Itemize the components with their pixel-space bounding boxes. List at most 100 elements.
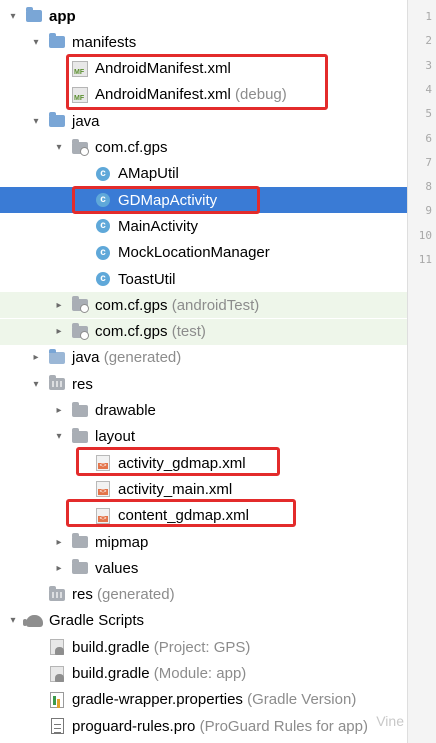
tree-row-label: values	[95, 559, 139, 577]
tree-row[interactable]: MF AndroidManifest.xml	[0, 56, 407, 82]
tree-row-hint: (androidTest)	[167, 296, 260, 314]
tree-row[interactable]: c MainActivity	[0, 213, 407, 239]
layout-xml-icon: <>	[94, 455, 112, 472]
tree-row[interactable]: ▾ Gradle Scripts	[0, 608, 407, 634]
tree-row[interactable]: ▸ com.cf.gps (test)	[0, 318, 407, 345]
tree-row-label: activity_main.xml	[118, 480, 233, 498]
chevron-down-icon[interactable]: ▾	[29, 35, 43, 49]
tree-row-hint: (Gradle Version)	[242, 691, 357, 709]
watermark: Vine	[376, 713, 404, 729]
tree-row-label: mipmap	[95, 533, 149, 551]
chevron-right-icon[interactable]: ▸	[52, 535, 66, 549]
tree-row-label: com.cf.gps (test)	[95, 323, 206, 341]
class-icon: c	[94, 166, 112, 182]
chevron-down-icon[interactable]: ▾	[6, 9, 20, 23]
tree-row[interactable]: res (generated)	[0, 582, 407, 608]
tree-row-hint: (Module: app)	[149, 665, 247, 682]
chevron-right-icon[interactable]: ▸	[52, 404, 66, 418]
tree-row[interactable]: gradle-wrapper.properties (Gradle Versio…	[0, 687, 407, 713]
chevron-right-icon[interactable]: ▸	[52, 325, 66, 339]
tree-row-label: build.gradle (Module: app)	[72, 665, 247, 682]
tree-row[interactable]: ▸ java (generated)	[0, 345, 407, 371]
chevron-down-icon[interactable]: ▾	[52, 141, 66, 155]
tree-row[interactable]: c GDMapActivity	[0, 187, 407, 214]
properties-file-icon	[48, 691, 66, 708]
tree-row-label: drawable	[95, 402, 156, 419]
line-number: 5	[425, 107, 432, 121]
tree-row-label: AndroidManifest.xml (debug)	[95, 86, 287, 104]
gray-folder-icon	[71, 401, 89, 419]
tree-row[interactable]: ▸ com.cf.gps (androidTest)	[0, 292, 407, 319]
chevron-down-icon[interactable]: ▾	[29, 377, 43, 391]
tree-row[interactable]: c ToastUtil	[0, 266, 407, 292]
tree-row-label: res (generated)	[72, 586, 175, 604]
chevron-right-icon[interactable]: ▸	[52, 298, 66, 312]
tree-row[interactable]: ▾ layout	[0, 424, 407, 450]
tree-row[interactable]: ▸ drawable	[0, 398, 407, 424]
tree-row-label: gradle-wrapper.properties (Gradle Versio…	[72, 691, 357, 709]
tree-row-hint: (test)	[167, 323, 206, 341]
chevron-down-icon[interactable]: ▾	[52, 430, 66, 444]
class-icon: c	[94, 271, 112, 287]
manifest-file-icon: MF	[71, 86, 89, 103]
generated-folder-icon	[48, 348, 66, 366]
tree-row[interactable]: ▾ com.cf.gps	[0, 135, 407, 161]
tree-row-hint: (debug)	[230, 86, 287, 104]
tree-row[interactable]: c AMapUtil	[0, 161, 407, 187]
tree-row-hint: (generated)	[92, 586, 175, 604]
tree-row-label: com.cf.gps (androidTest)	[95, 296, 260, 314]
tree-row[interactable]: ▸ mipmap	[0, 529, 407, 555]
tree-row-label: content_gdmap.xml	[118, 507, 249, 525]
gray-folder-icon	[71, 427, 89, 445]
line-number: 7	[425, 155, 432, 169]
line-number: 6	[425, 131, 432, 145]
editor-gutter: 1 2 3 4 5 6 7 8 9 10 11	[407, 0, 436, 743]
tree-row-label: activity_gdmap.xml	[118, 454, 246, 472]
tree-row-label: java (generated)	[72, 349, 182, 367]
tree-row[interactable]: ▾ app	[0, 3, 407, 29]
gradle-file-icon	[48, 665, 66, 682]
line-number: 10	[418, 228, 432, 242]
tree-row[interactable]: build.gradle (Project: GPS)	[0, 634, 407, 660]
project-tree: ▾ app ▾ manifests MF AndroidManifest.xml MF And…	[0, 0, 407, 743]
layout-xml-icon: <>	[94, 507, 112, 524]
tree-row-label: AndroidManifest.xml	[95, 60, 231, 78]
tree-row-label: AMapUtil	[118, 165, 179, 183]
tree-row-label: GDMapActivity	[118, 191, 218, 209]
resource-folder-icon	[48, 375, 66, 392]
tree-row[interactable]: proguard-rules.pro (ProGuard Rules for a…	[0, 713, 407, 739]
class-icon: c	[94, 218, 112, 234]
tree-row[interactable]: build.gradle (Module: app)	[0, 661, 407, 687]
tree-row[interactable]: ▾ manifests	[0, 29, 407, 55]
tree-row-hint: (ProGuard Rules for app)	[195, 717, 368, 735]
tree-row-label: Gradle Scripts	[49, 612, 145, 630]
tree-row[interactable]: ▾ java	[0, 108, 407, 134]
tree-row[interactable]: ▾ res	[0, 371, 407, 397]
chevron-down-icon[interactable]: ▾	[29, 114, 43, 128]
tree-row-label: com.cf.gps	[95, 139, 168, 156]
tree-row-label: java	[72, 112, 100, 130]
chevron-down-icon[interactable]: ▾	[6, 614, 20, 628]
tree-row[interactable]: <> activity_main.xml	[0, 476, 407, 502]
tree-row-label: manifests	[72, 33, 137, 51]
package-icon	[71, 138, 89, 156]
gradle-icon	[22, 613, 43, 629]
class-icon: c	[94, 245, 112, 261]
line-number: 4	[425, 82, 432, 96]
tree-row[interactable]: MF AndroidManifest.xml (debug)	[0, 82, 407, 108]
manifest-file-icon: MF	[71, 60, 89, 77]
tree-row[interactable]: ▸ values	[0, 555, 407, 581]
layout-xml-icon: <>	[94, 481, 112, 498]
line-number: 8	[425, 180, 432, 194]
tree-row-label: proguard-rules.pro (ProGuard Rules for a…	[72, 717, 368, 735]
chevron-right-icon[interactable]: ▸	[29, 351, 43, 365]
tree-row[interactable]: c MockLocationManager	[0, 240, 407, 266]
class-icon: c	[94, 192, 112, 208]
tree-row[interactable]: <> content_gdmap.xml	[0, 503, 407, 529]
folder-icon	[48, 33, 66, 50]
chevron-right-icon[interactable]: ▸	[52, 561, 66, 575]
gradle-file-icon	[48, 639, 66, 656]
line-number: 2	[425, 34, 432, 48]
tree-row-label: ToastUtil	[118, 270, 176, 288]
tree-row[interactable]: <> activity_gdmap.xml	[0, 450, 407, 476]
